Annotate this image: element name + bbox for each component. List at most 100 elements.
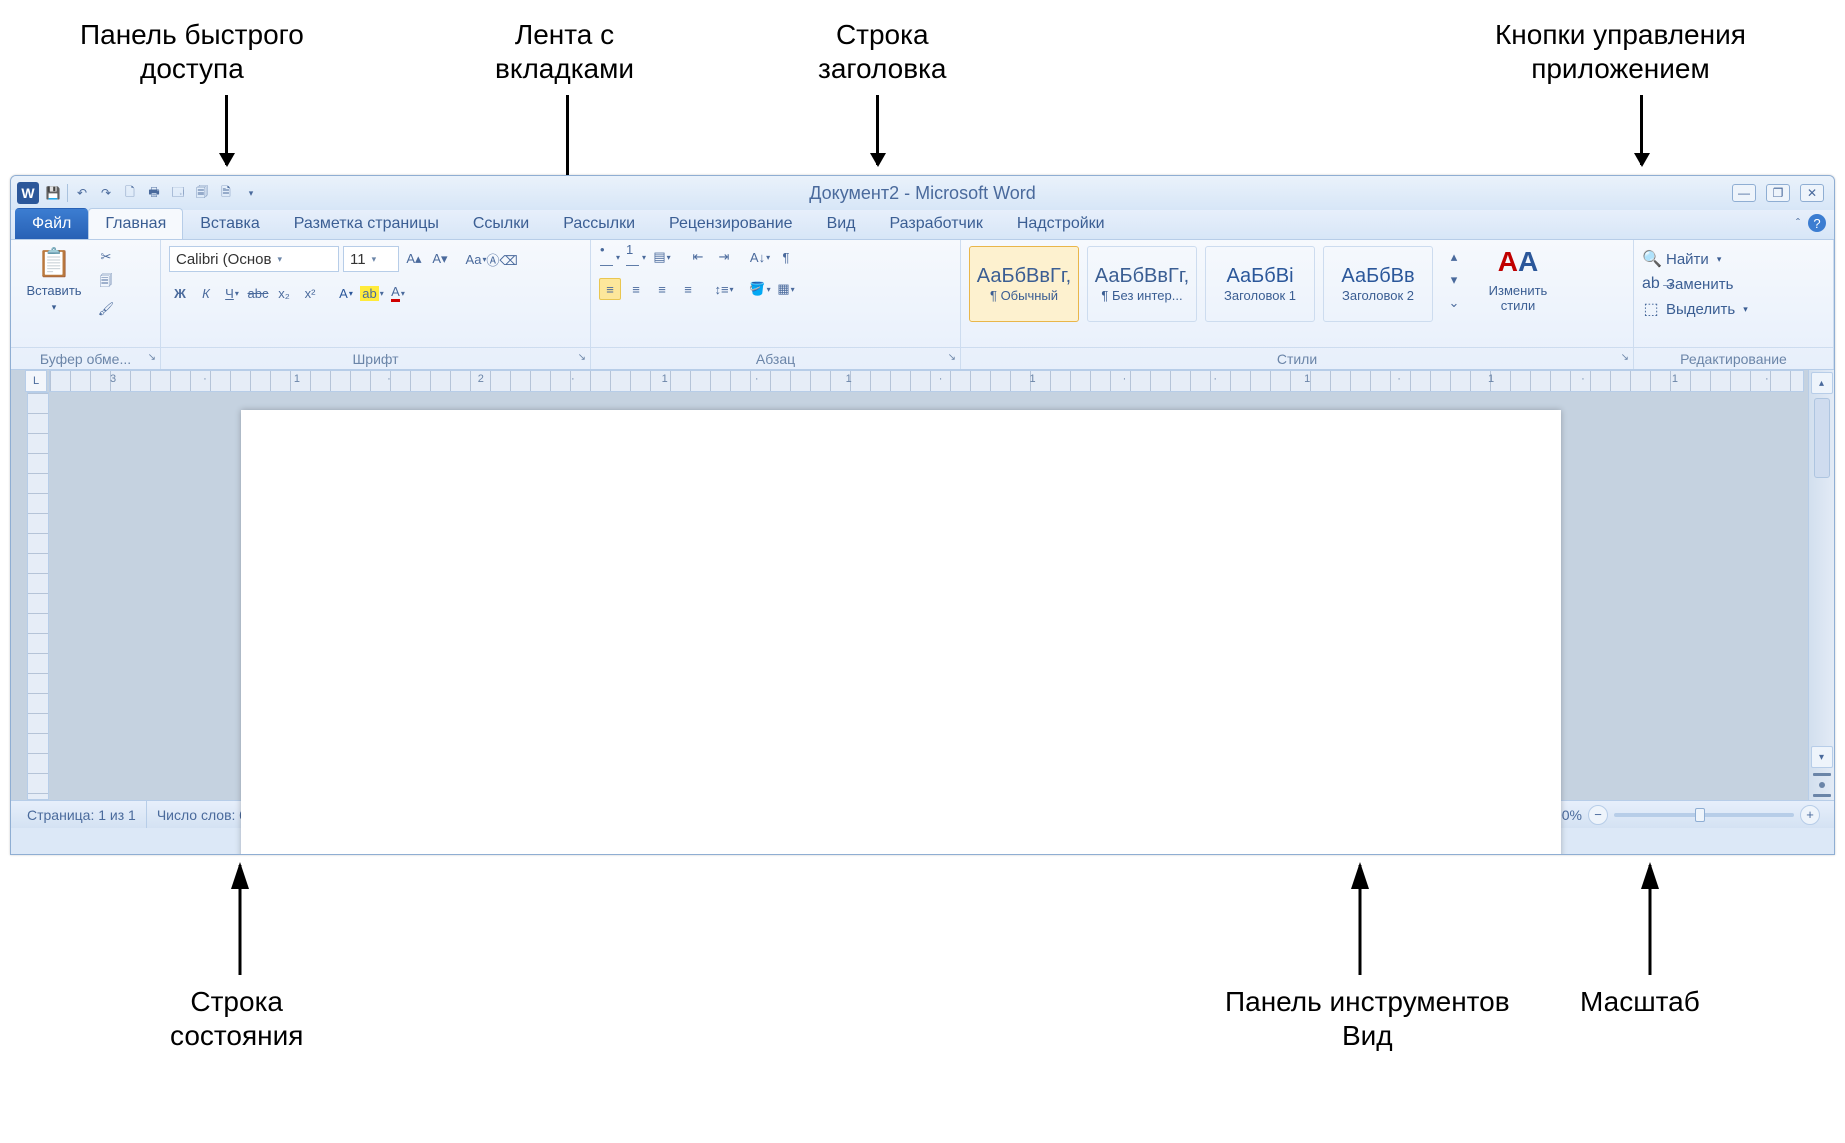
horizontal-ruler[interactable]: 3 · 1 · 2 · 1 · 1 · 1 · · 1 · 1 · 1 · 2 …: [49, 370, 1804, 392]
tab-review[interactable]: Рецензирование: [652, 208, 810, 239]
ribbon-tabstrip: Файл Главная Вставка Разметка страницы С…: [11, 210, 1834, 240]
browse-prev-icon[interactable]: [1813, 773, 1831, 776]
undo-icon[interactable]: ↶: [72, 183, 92, 203]
paste-icon: 📋: [37, 246, 72, 279]
group-font-label: Шрифт: [352, 351, 398, 367]
clear-format-icon[interactable]: Ⓐ⌫: [491, 248, 513, 270]
redo-icon[interactable]: ↷: [96, 183, 116, 203]
paragraph-launcher-icon[interactable]: ↘: [948, 352, 956, 363]
close-button[interactable]: ✕: [1800, 184, 1824, 202]
strike-icon[interactable]: abc: [247, 282, 269, 304]
copy-icon[interactable]: 🗐: [95, 272, 117, 294]
show-marks-icon[interactable]: ¶: [775, 246, 797, 268]
tab-file[interactable]: Файл: [15, 208, 88, 239]
align-right-icon[interactable]: ≡: [651, 278, 673, 300]
highlight-icon[interactable]: ab: [361, 282, 383, 304]
font-size-combo[interactable]: 11▾: [343, 246, 399, 272]
scroll-thumb[interactable]: [1814, 398, 1830, 478]
tab-developer[interactable]: Разработчик: [873, 208, 1000, 239]
ribbon-collapse-icon[interactable]: ˆ: [1796, 216, 1800, 230]
tab-selector[interactable]: L: [25, 370, 47, 392]
callout-view-tb: Панель инструментов Вид: [1225, 985, 1510, 1052]
scroll-up-icon[interactable]: ▴: [1811, 372, 1833, 394]
tab-references[interactable]: Ссылки: [456, 208, 546, 239]
shading-icon[interactable]: 🪣: [749, 278, 771, 300]
indent-icon[interactable]: ⇥: [713, 246, 735, 268]
style-heading2[interactable]: АаБбВв Заголовок 2: [1323, 246, 1433, 322]
line-spacing-icon[interactable]: ↕≡: [713, 278, 735, 300]
shrink-font-icon[interactable]: A▾: [429, 248, 451, 270]
group-styles: АаБбВвГг, ¶ Обычный АаБбВвГг, ¶ Без инте…: [961, 240, 1634, 369]
qat-icon-4[interactable]: 🗐: [192, 183, 212, 203]
tab-layout[interactable]: Разметка страницы: [277, 208, 456, 239]
align-justify-icon[interactable]: ≡: [677, 278, 699, 300]
window-controls: — ❐ ✕: [1732, 184, 1834, 202]
change-styles-label: Изменить стили: [1489, 283, 1548, 313]
format-painter-icon[interactable]: 🖌: [95, 298, 117, 320]
browse-next-icon[interactable]: [1813, 794, 1831, 797]
italic-icon[interactable]: К: [195, 282, 217, 304]
select-browse-object-icon[interactable]: [1819, 782, 1825, 788]
styles-row-up-icon[interactable]: ▴: [1443, 246, 1465, 268]
styles-launcher-icon[interactable]: ↘: [1621, 352, 1629, 363]
numbering-icon[interactable]: 1—: [625, 246, 647, 268]
paste-button[interactable]: 📋 Вставить ▾: [19, 246, 89, 313]
font-launcher-icon[interactable]: ↘: [578, 352, 586, 363]
zoom-slider-thumb[interactable]: [1695, 808, 1705, 822]
multilevel-icon[interactable]: ▤: [651, 246, 673, 268]
cut-icon[interactable]: ✂: [95, 246, 117, 268]
minimize-button[interactable]: —: [1732, 184, 1756, 202]
word-app-icon[interactable]: W: [17, 182, 39, 204]
superscript-icon[interactable]: x²: [299, 282, 321, 304]
grow-font-icon[interactable]: A▴: [403, 248, 425, 270]
quick-access-toolbar: W 💾 ↶ ↷ 🗋 🖶 🗔 🗐 🗎: [11, 182, 260, 204]
status-page[interactable]: Страница: 1 из 1: [17, 801, 147, 828]
select-button[interactable]: ⬚Выделить▾: [1642, 296, 1748, 322]
vertical-ruler[interactable]: [27, 392, 49, 800]
change-styles-button[interactable]: AA Изменить стили: [1473, 246, 1563, 313]
styles-row-down-icon[interactable]: ▾: [1443, 269, 1465, 291]
bold-icon[interactable]: Ж: [169, 282, 191, 304]
zoom-slider[interactable]: [1614, 813, 1794, 817]
arrow-title: [876, 95, 879, 165]
align-center-icon[interactable]: ≡: [625, 278, 647, 300]
outdent-icon[interactable]: ⇤: [687, 246, 709, 268]
replace-button[interactable]: ab→Заменить: [1642, 272, 1748, 296]
text-effects-icon[interactable]: A: [335, 282, 357, 304]
underline-icon[interactable]: Ч: [221, 282, 243, 304]
qat-icon-5[interactable]: 🗎: [216, 183, 236, 203]
tab-insert[interactable]: Вставка: [183, 208, 276, 239]
document-page[interactable]: [241, 410, 1561, 855]
subscript-icon[interactable]: x₂: [273, 282, 295, 304]
zoom-out-icon[interactable]: −: [1588, 805, 1608, 825]
change-case-icon[interactable]: Aa: [465, 248, 487, 270]
tab-mailings[interactable]: Рассылки: [546, 208, 652, 239]
bullets-icon[interactable]: •—: [599, 246, 621, 268]
find-button[interactable]: 🔍Найти▾: [1642, 246, 1748, 272]
tab-home[interactable]: Главная: [88, 208, 183, 239]
tab-addins[interactable]: Надстройки: [1000, 208, 1122, 239]
style-normal[interactable]: АаБбВвГг, ¶ Обычный: [969, 246, 1079, 322]
qat-icon-1[interactable]: 🗋: [120, 183, 140, 203]
save-icon[interactable]: 💾: [43, 183, 63, 203]
help-icon[interactable]: ?: [1808, 214, 1826, 232]
restore-button[interactable]: ❐: [1766, 184, 1790, 202]
font-family-combo[interactable]: Calibri (Основ▾: [169, 246, 339, 272]
style-nospacing[interactable]: АаБбВвГг, ¶ Без интер...: [1087, 246, 1197, 322]
vertical-scrollbar[interactable]: ▴ ▾: [1808, 370, 1834, 800]
sort-icon[interactable]: A↓: [749, 246, 771, 268]
group-clipboard-label: Буфер обме...: [40, 351, 131, 367]
align-left-icon[interactable]: ≡: [599, 278, 621, 300]
styles-more-icon[interactable]: ⌄: [1443, 292, 1465, 314]
borders-icon[interactable]: ▦: [775, 278, 797, 300]
clipboard-launcher-icon[interactable]: ↘: [148, 352, 156, 363]
tab-view[interactable]: Вид: [810, 208, 873, 239]
qat-icon-3[interactable]: 🗔: [168, 183, 188, 203]
zoom-in-icon[interactable]: +: [1800, 805, 1820, 825]
qat-customize-icon[interactable]: [240, 183, 260, 203]
qat-icon-2[interactable]: 🖶: [144, 183, 164, 203]
replace-icon: ab→: [1642, 275, 1660, 293]
font-color-icon[interactable]: A: [387, 282, 409, 304]
style-heading1[interactable]: АаБбВі Заголовок 1: [1205, 246, 1315, 322]
scroll-down-icon[interactable]: ▾: [1811, 746, 1833, 768]
